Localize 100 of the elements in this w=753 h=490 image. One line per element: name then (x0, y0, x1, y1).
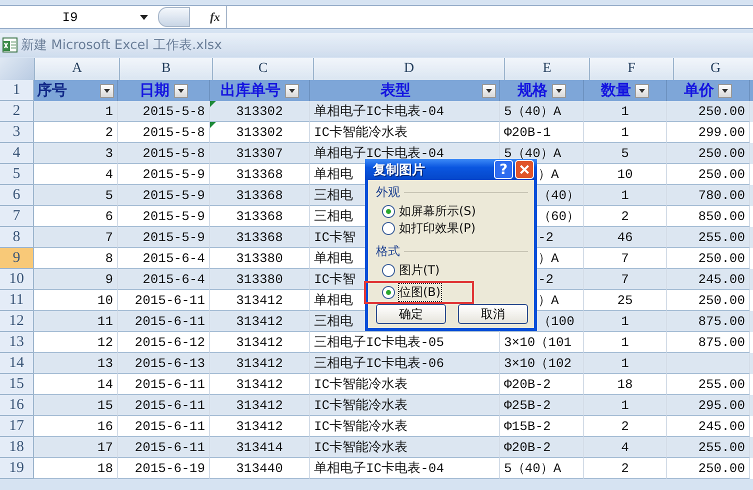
filter-button[interactable] (718, 84, 732, 98)
table-cell: 313307 (236, 146, 283, 160)
filter-button[interactable] (100, 84, 114, 98)
row-header[interactable]: 7 (0, 206, 34, 227)
row-header[interactable]: 2 (0, 101, 34, 122)
dialog-button[interactable]: 确定 (376, 304, 446, 324)
row-header[interactable]: 1 (0, 80, 34, 101)
table-cell: 2 (621, 418, 629, 434)
table-cell: 875.00 (698, 314, 745, 328)
row-header[interactable]: 10 (0, 269, 34, 290)
dialog-button[interactable]: 取消 (458, 304, 528, 324)
table-cell: 4 (105, 166, 113, 182)
table-cell: 313368 (236, 166, 283, 182)
table-cell: 17 (97, 440, 113, 454)
table-cell-text: 三相电 (314, 208, 353, 225)
table-cell: 313412 (236, 356, 283, 370)
splitter-handle-icon[interactable] (158, 7, 190, 27)
row-header[interactable]: 6 (0, 185, 34, 206)
row-header[interactable]: 11 (0, 290, 34, 311)
table-cell: 2015-5-9 (142, 188, 205, 202)
table-cell: 2015-5-8 (142, 104, 205, 118)
table-cell: 10 (97, 292, 113, 308)
table-cell: Φ25B-2 (504, 398, 551, 412)
table-cell: 1 (621, 104, 629, 118)
row-header[interactable]: 12 (0, 311, 34, 332)
column-title: 日期 (140, 81, 170, 100)
table-cell-text: 三相电子IC卡电表-05 (314, 334, 444, 351)
row-header[interactable]: 19 (0, 458, 34, 479)
column-header[interactable]: G (674, 58, 753, 81)
filter-button[interactable] (635, 84, 649, 98)
column-header[interactable]: D (314, 58, 505, 81)
table-cell: 9 (105, 272, 113, 286)
table-cell-text: ）A (538, 250, 559, 267)
row-header[interactable]: 5 (0, 164, 34, 185)
row-header[interactable]: 13 (0, 332, 34, 353)
table-cell: 250.00 (698, 460, 745, 476)
option-label[interactable]: 图片(T) (399, 262, 440, 279)
row-header[interactable]: 8 (0, 227, 34, 248)
radio-button[interactable] (382, 205, 395, 218)
row-header[interactable]: 16 (0, 395, 34, 416)
filter-button[interactable] (482, 84, 496, 98)
table-cell: 2015-5-8 (142, 124, 205, 140)
column-header[interactable]: E (505, 58, 590, 81)
row-header[interactable]: 14 (0, 353, 34, 374)
table-cell: 11 (97, 314, 113, 328)
radio-button[interactable] (382, 264, 395, 277)
row-header[interactable]: 15 (0, 374, 34, 395)
table-cell: 2 (621, 208, 629, 224)
table-cell-text: 5（40）A (504, 145, 562, 162)
table-cell-text: IC卡智 (314, 271, 356, 288)
option-label[interactable]: 如屏幕所示(S) (399, 203, 476, 220)
table-cell: 18 (617, 376, 633, 392)
column-header[interactable]: B (120, 58, 213, 81)
help-button[interactable]: ? (494, 160, 513, 179)
row-header[interactable]: 18 (0, 437, 34, 458)
filter-button[interactable] (284, 84, 298, 98)
table-cell: 7 (621, 250, 629, 266)
table-cell-text: IC卡智能冷水表 (314, 397, 408, 414)
column-header[interactable]: F (590, 58, 674, 81)
name-box[interactable]: I9 (0, 6, 140, 28)
column-title: 规格 (518, 81, 548, 100)
table-cell: 5 (105, 188, 113, 202)
table-cell: 255.00 (698, 376, 745, 392)
table-cell-text: ）A (538, 166, 559, 183)
table-cell: 313412 (236, 334, 283, 350)
table-cell: -2 (538, 230, 554, 244)
dropdown-caret-icon[interactable] (140, 14, 148, 20)
table-cell: 7 (621, 272, 629, 286)
table-cell: 245.00 (698, 418, 745, 434)
column-header[interactable]: C (213, 58, 314, 81)
table-cell-text: （40） (538, 187, 580, 204)
radio-button[interactable] (382, 286, 395, 299)
row-header[interactable]: 3 (0, 122, 34, 143)
table-cell: 1 (105, 104, 113, 118)
filter-button[interactable] (174, 84, 188, 98)
table-cell: 313368 (236, 208, 283, 224)
table-cell-text: 单相电 (314, 292, 353, 309)
table-cell: 3 (105, 146, 113, 160)
table-cell: 299.00 (698, 124, 745, 140)
table-cell-text: 单相电 (314, 166, 353, 183)
row-header[interactable]: 4 (0, 143, 34, 164)
table-cell: 250.00 (698, 166, 745, 182)
table-cell: 2015-5-8 (142, 146, 205, 160)
dialog-title: 复制图片 (373, 162, 426, 178)
table-cell: 12 (97, 334, 113, 350)
close-icon[interactable] (515, 160, 534, 179)
table-cell: 313368 (236, 230, 283, 244)
radio-button[interactable] (382, 222, 395, 235)
column-title: 表型 (380, 81, 410, 100)
filter-button[interactable] (552, 84, 566, 98)
table-cell: Φ20B-2 (504, 440, 551, 454)
row-header[interactable]: 17 (0, 416, 34, 437)
option-label[interactable]: 位图(B) (399, 284, 441, 301)
option-label[interactable]: 如打印效果(P) (399, 220, 476, 237)
row-header[interactable]: 9 (0, 248, 34, 269)
group-label: 格式 (376, 242, 400, 260)
table-cell: 2015-6-11 (134, 440, 205, 454)
column-header[interactable]: A (35, 58, 120, 81)
table-cell: 46 (617, 230, 633, 244)
insert-function-button[interactable]: fx (204, 6, 227, 28)
